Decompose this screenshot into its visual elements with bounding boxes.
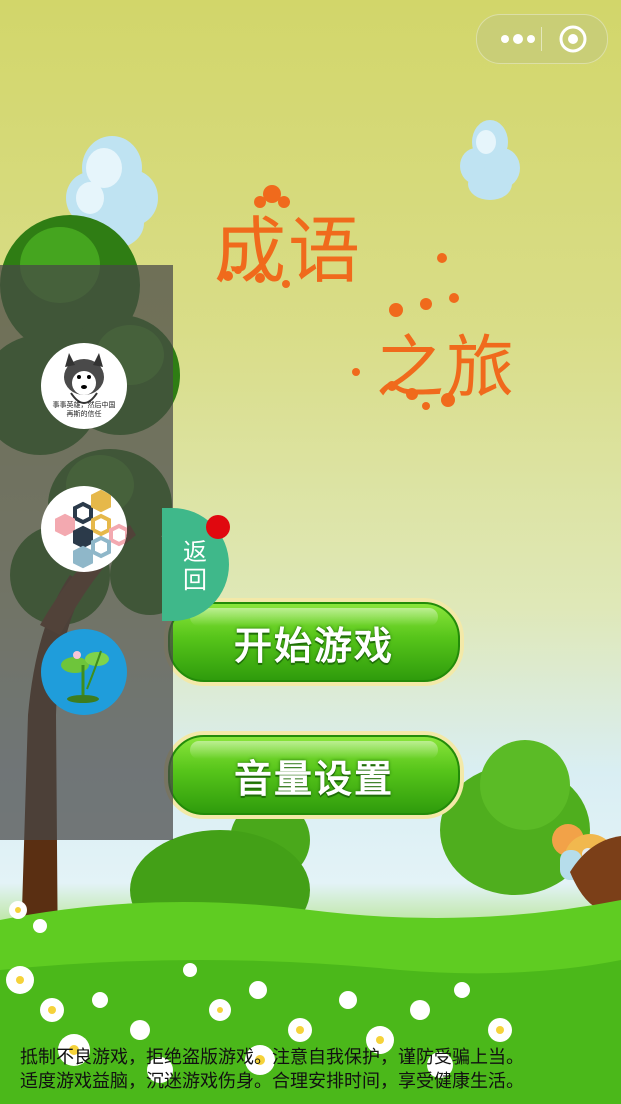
hexagon-puzzle-app-icon[interactable] <box>41 486 127 572</box>
svg-text:事事英雄，然后中国: 事事英雄，然后中国 <box>53 400 116 409</box>
lotus-app-icon[interactable] <box>41 629 127 715</box>
svg-text:再斯的信任: 再斯的信任 <box>67 409 102 418</box>
notice-line1: 抵制不良游戏，拒绝盗版游戏。注意自我保护，谨防受骗上当。 <box>20 1047 524 1068</box>
start-game-button[interactable]: 开始游戏 <box>164 598 464 686</box>
capsule-separator <box>541 27 542 51</box>
health-notice: 抵制不良游戏，拒绝盗版游戏。注意自我保护，谨防受骗上当。 适度游戏益脑，沉迷游戏… <box>20 1046 620 1094</box>
target-circle-icon[interactable] <box>557 23 589 55</box>
volume-settings-button[interactable]: 音量设置 <box>164 731 464 819</box>
back-char-2: 回 <box>183 566 207 594</box>
notice-line2: 适度游戏益脑，沉迷游戏伤身。合理安排时间，享受健康生活。 <box>20 1071 524 1092</box>
flower-decoration <box>223 185 459 410</box>
back-tab-label: 返 回 <box>180 538 210 594</box>
mini-program-capsule <box>476 14 608 64</box>
side-app-panel: 事事英雄，然后中国 再斯的信任 <box>0 265 173 840</box>
more-dots-icon[interactable] <box>495 27 541 51</box>
husky-app-icon[interactable]: 事事英雄，然后中国 再斯的信任 <box>41 343 127 429</box>
notification-dot <box>206 515 230 539</box>
game-background: 成语 之旅 抵制不良游戏，拒绝盗版游戏。注意自我保护，谨防受骗上当。 适度游戏益… <box>0 0 621 1104</box>
back-char-1: 返 <box>183 538 207 566</box>
